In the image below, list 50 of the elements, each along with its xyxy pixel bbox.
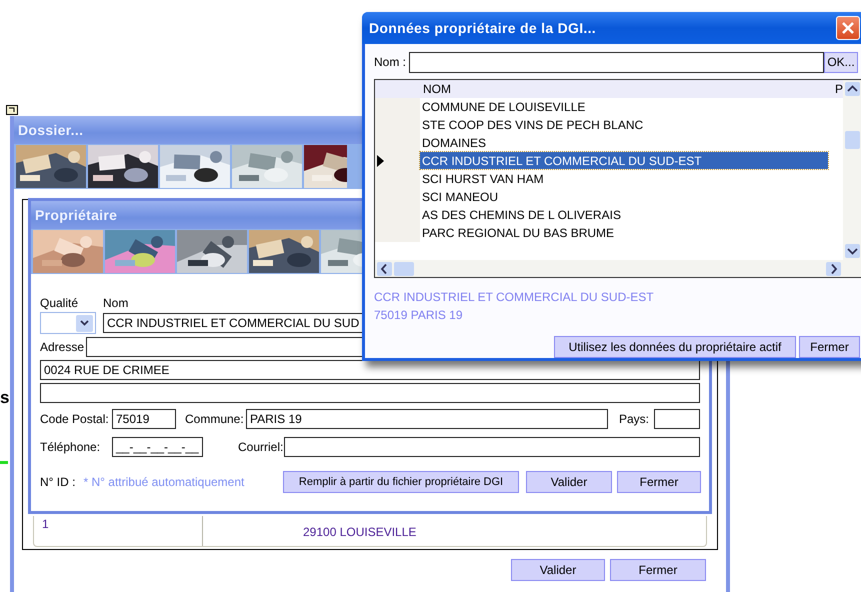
field-label: Nom : [374, 55, 406, 70]
field-label: Téléphone: [40, 440, 102, 454]
window-title: Données propriétaire de la DGI... [369, 20, 596, 36]
scroll-right-icon[interactable] [826, 262, 841, 276]
id-note: * N° attribué automatiquement [83, 475, 244, 489]
fill-from-file-button[interactable]: Remplir à partir du fichier propriétaire DGI [283, 471, 519, 493]
close-button[interactable]: Fermer [799, 336, 860, 358]
address-field[interactable] [40, 383, 700, 403]
owner-detail: 75019 PARIS 19 [374, 307, 464, 324]
field-label: Code Postal: [40, 412, 110, 426]
close-icon[interactable] [836, 16, 860, 40]
validate-button[interactable]: Valider [511, 559, 605, 581]
field-label: Pays: [619, 412, 650, 426]
current-row-icon [377, 154, 384, 167]
table-cell: 1 [34, 516, 203, 546]
scroll-thumb[interactable] [844, 130, 860, 149]
field-label: Qualité [40, 296, 80, 310]
email-field[interactable] [284, 437, 700, 457]
list-row[interactable]: SCI HURST VAN HAM [420, 170, 828, 188]
ok-button[interactable]: OK... [824, 52, 858, 73]
field-label: Adresse [40, 340, 86, 354]
close-button[interactable]: Fermer [610, 559, 706, 581]
owner-detail: CCR INDUSTRIEL ET COMMERCIAL DU SUD-EST [374, 289, 655, 306]
field-label: Nom [103, 296, 128, 310]
list-row[interactable]: COMMUNE DE LOUISEVILLE [420, 98, 828, 116]
list-row[interactable]: CCR INDUSTRIEL ET COMMERCIAL DU SUD-EST [420, 152, 828, 170]
city-field[interactable]: PARIS 19 [246, 409, 608, 429]
vertical-scrollbar[interactable] [843, 80, 861, 260]
field-label: N° ID : [40, 475, 76, 489]
use-active-owner-button[interactable]: Utilisez les données du propriétaire actif [554, 336, 796, 358]
column-header[interactable]: NOM [375, 82, 835, 96]
column-header[interactable]: P [834, 82, 843, 96]
scroll-thumb[interactable] [394, 262, 414, 276]
scroll-up-icon[interactable] [844, 82, 860, 96]
field-label: Commune: [185, 412, 245, 426]
name-search-field[interactable] [409, 52, 824, 73]
field-label: Courriel: [238, 440, 284, 454]
postal-code-field[interactable]: 75019 [112, 409, 176, 429]
address-field[interactable]: 0024 RUE DE CRIMEE [40, 360, 700, 380]
table-cell-text: 29100 LOUISEVILLE [302, 524, 416, 541]
partial-text: s [0, 388, 10, 408]
validate-button[interactable]: Valider [526, 471, 612, 493]
scroll-down-icon[interactable] [844, 244, 860, 258]
scroll-left-icon[interactable] [377, 262, 392, 276]
close-button[interactable]: Fermer [617, 471, 701, 493]
phone-field[interactable]: __-__-__-__-__ [112, 437, 203, 457]
horizontal-scrollbar[interactable] [375, 260, 861, 277]
window-icon[interactable] [6, 105, 18, 115]
chevron-down-icon [80, 320, 89, 326]
country-field[interactable] [654, 409, 700, 429]
